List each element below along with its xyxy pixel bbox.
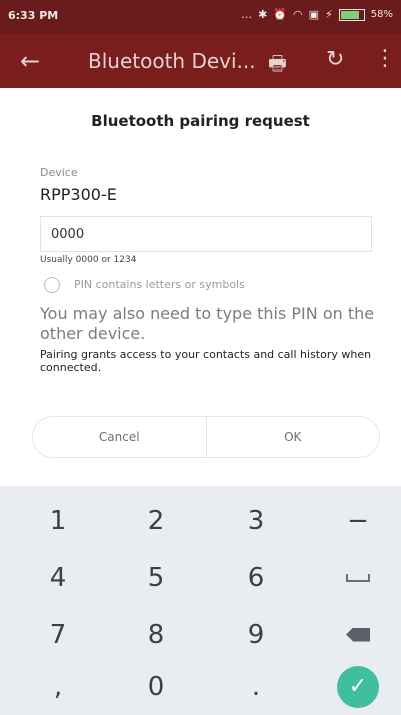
key-2[interactable]: 2 (106, 492, 206, 549)
app-bar: ← Bluetooth Devi... 🖶 ↻ ⋮ (0, 34, 401, 88)
ok-button[interactable]: OK (207, 417, 380, 457)
key-backspace[interactable] (308, 606, 401, 663)
app-bar-title: Bluetooth Devi... (88, 49, 256, 73)
numeric-keypad: 1 2 3 − 4 5 6 7 8 9 , 0 . ✓ (0, 486, 401, 715)
battery-percent: 58% (370, 9, 393, 20)
cancel-button[interactable]: Cancel (33, 417, 206, 457)
print-icon[interactable]: 🖶 (268, 49, 287, 83)
pin-input[interactable] (40, 216, 372, 252)
key-3[interactable]: 3 (206, 492, 306, 549)
key-1[interactable]: 1 (8, 492, 108, 549)
status-time: 6:33 PM (8, 9, 59, 22)
status-icons: … ✱ ⏰ ◠ ▣ ⚡ 58% (241, 8, 393, 21)
done-check-icon: ✓ (337, 665, 379, 708)
key-5[interactable]: 5 (106, 549, 206, 606)
key-9[interactable]: 9 (206, 606, 306, 663)
space-icon (346, 573, 370, 582)
info-text: You may also need to type this PIN on th… (40, 304, 375, 343)
dialog-buttons: Cancel OK (32, 416, 380, 458)
dialog-title: Bluetooth pairing request (91, 112, 310, 130)
bluetooth-icon: ✱ (258, 8, 268, 21)
battery-icon (338, 8, 365, 21)
pin-letters-radio[interactable] (44, 277, 60, 293)
key-0[interactable]: 0 (106, 658, 206, 715)
pin-letters-label[interactable]: PIN contains letters or symbols (74, 278, 245, 291)
backspace-icon (346, 627, 370, 642)
key-6[interactable]: 6 (206, 549, 306, 606)
pin-hint: Usually 0000 or 1234 (40, 255, 137, 265)
status-bar: 6:33 PM … ✱ ⏰ ◠ ▣ ⚡ 58% (0, 0, 401, 34)
pairing-dialog: Bluetooth pairing request Device RPP300-… (0, 88, 401, 486)
key-minus[interactable]: − (308, 492, 401, 549)
key-4[interactable]: 4 (8, 549, 108, 606)
key-period[interactable]: . (206, 658, 306, 715)
more-options-icon[interactable]: ⋮ (374, 46, 396, 71)
wifi-icon: ◠ (293, 8, 303, 21)
sim-icon: ▣ (308, 8, 320, 21)
alarm-icon: ⏰ (273, 8, 288, 21)
key-comma[interactable]: , (8, 658, 108, 715)
key-done[interactable]: ✓ (308, 658, 401, 715)
device-name: RPP300-E (40, 185, 117, 204)
key-8[interactable]: 8 (106, 606, 206, 663)
back-arrow-icon[interactable]: ← (20, 47, 40, 75)
refresh-icon[interactable]: ↻ (326, 47, 344, 72)
key-space[interactable] (308, 549, 401, 606)
access-text: Pairing grants access to your contacts a… (40, 348, 372, 374)
charging-icon: ⚡ (325, 8, 333, 21)
device-label: Device (40, 166, 78, 179)
key-7[interactable]: 7 (8, 606, 108, 663)
ellipsis-icon: … (241, 8, 253, 21)
